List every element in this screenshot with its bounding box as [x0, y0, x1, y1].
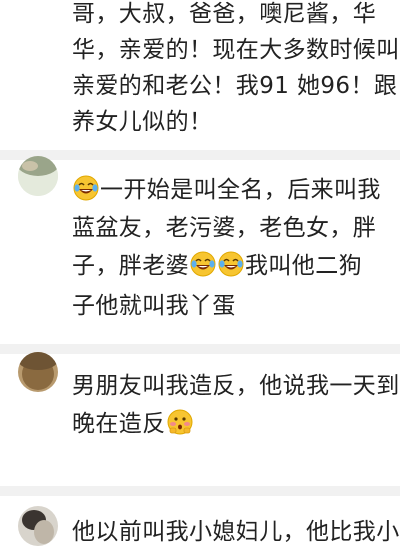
blushing-emoji-icon	[167, 409, 193, 435]
laughing-crying-emoji-icon	[218, 251, 244, 277]
comment-text-line: 子，胖老婆 我叫他二狗	[72, 248, 362, 284]
comment-divider	[0, 486, 400, 496]
user-avatar[interactable]	[18, 506, 58, 546]
comment-item: 哥，大叔，爸爸，噢尼酱，华 华，亲爱的！现在大多数时候叫 亲爱的和老公！我91 …	[0, 0, 400, 148]
comment-text-line: 蓝盆友，老污婆，老色女，胖	[72, 215, 377, 241]
comment-item: 他以前叫我小媳妇儿，他比我小	[0, 496, 400, 546]
comment-text-line: 亲爱的和老公！我91 她96！跟	[72, 73, 398, 99]
comment-text: 我叫他二狗	[245, 253, 362, 279]
comment-text-line: 子他就叫我丫蛋	[72, 293, 236, 319]
comment-text-line: 哥，大叔，爸爸，噢尼酱，华	[72, 1, 377, 27]
user-avatar[interactable]	[18, 156, 58, 196]
user-avatar[interactable]	[18, 352, 58, 392]
laughing-crying-emoji-icon	[190, 251, 216, 277]
comment-item: 男朋友叫我造反，他说我一天到 晚在造反	[0, 352, 400, 484]
comment-text-line: 晚在造反	[72, 406, 194, 442]
comment-text-line: 华，亲爱的！现在大多数时候叫	[72, 37, 400, 63]
comment-text: 一开始是叫全名，后来叫我	[100, 177, 381, 203]
comment-text-line: 一开始是叫全名，后来叫我	[72, 172, 381, 208]
comment-divider	[0, 150, 400, 160]
comment-text: 晚在造反	[72, 411, 166, 437]
laughing-crying-emoji-icon	[73, 175, 99, 201]
comment-text-line: 养女儿似的！	[72, 109, 213, 135]
comment-text: 子，胖老婆	[72, 253, 189, 279]
comment-text-line: 他以前叫我小媳妇儿，他比我小	[72, 519, 400, 545]
comment-item: 一开始是叫全名，后来叫我 蓝盆友，老污婆，老色女，胖 子，胖老婆 我叫他二狗 子…	[0, 156, 400, 350]
comment-divider	[0, 344, 400, 354]
comment-text-line: 男朋友叫我造反，他说我一天到	[72, 373, 400, 399]
